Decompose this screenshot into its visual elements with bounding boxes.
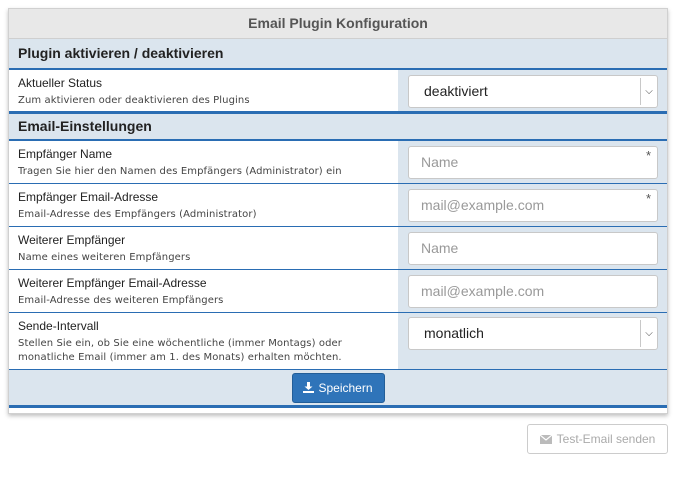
extra-recipient-email-input-col: mail@example.com (398, 270, 667, 312)
extra-recipient-name-label: Weiterer Empfänger (18, 233, 126, 247)
extra-recipient-email-label: Weiterer Empfänger Email-Adresse (18, 276, 207, 290)
form-row-recipient-email: Empfänger Email-Adresse Email-Adresse de… (9, 184, 667, 227)
send-test-email-label: Test-Email senden (556, 432, 656, 446)
recipient-name-label: Empfänger Name (18, 147, 113, 161)
required-asterisk: * (645, 191, 651, 206)
recipient-email-placeholder: mail@example.com (421, 197, 545, 213)
recipient-name-description: Tragen Sie hier den Namen des Empfängers… (18, 166, 342, 177)
extra-recipient-email-placeholder: mail@example.com (421, 283, 545, 299)
extra-recipient-name-description: Name eines weiteren Empfängers (18, 252, 191, 263)
interval-description: Stellen Sie ein, ob Sie eine wöchentlich… (18, 338, 343, 363)
recipient-name-label-col: Empfänger Name Tragen Sie hier den Namen… (9, 141, 398, 183)
extra-recipient-name-input[interactable]: Name (408, 232, 658, 265)
interval-label-col: Sende-Intervall Stellen Sie ein, ob Sie … (9, 313, 398, 369)
extra-recipient-email-description: Email-Adresse des weiteren Empfängers (18, 295, 224, 306)
status-description: Zum aktivieren oder deaktivieren des Plu… (18, 95, 250, 106)
interval-label: Sende-Intervall (18, 319, 99, 333)
form-footer: Speichern (9, 370, 667, 408)
chevron-down-icon: ⌵ (640, 320, 657, 347)
status-label-col: Aktueller Status Zum aktivieren oder dea… (9, 70, 398, 111)
recipient-email-label-col: Empfänger Email-Adresse Email-Adresse de… (9, 184, 398, 226)
recipient-email-description: Email-Adresse des Empfängers (Administra… (18, 209, 257, 220)
recipient-name-input[interactable]: Name * (408, 146, 658, 179)
form-row-recipient-name: Empfänger Name Tragen Sie hier den Namen… (9, 141, 667, 184)
chevron-down-icon: ⌵ (640, 78, 657, 105)
recipient-email-input-col: mail@example.com * (398, 184, 667, 226)
section-heading-email: Email-Einstellungen (9, 112, 667, 141)
form-row-extra-recipient-email: Weiterer Empfänger Email-Adresse Email-A… (9, 270, 667, 313)
form-row-interval: Sende-Intervall Stellen Sie ein, ob Sie … (9, 313, 667, 370)
status-input-col: deaktiviert ⌵ (398, 70, 667, 111)
form-row-status: Aktueller Status Zum aktivieren oder dea… (9, 70, 667, 112)
envelope-icon (539, 434, 552, 444)
interval-select[interactable]: monatlich ⌵ (408, 317, 658, 350)
extra-recipient-name-placeholder: Name (421, 240, 459, 256)
status-select-value: deaktiviert (424, 83, 488, 99)
extra-recipient-name-label-col: Weiterer Empfänger Name eines weiteren E… (9, 227, 398, 269)
required-asterisk: * (645, 148, 651, 163)
download-icon (303, 382, 315, 393)
extra-recipient-name-input-col: Name (398, 227, 667, 269)
status-select[interactable]: deaktiviert ⌵ (408, 75, 658, 108)
extra-recipient-email-label-col: Weiterer Empfänger Email-Adresse Email-A… (9, 270, 398, 312)
recipient-email-input[interactable]: mail@example.com * (408, 189, 658, 222)
email-plugin-config-panel: Email Plugin Konfiguration Plugin aktivi… (8, 8, 668, 414)
recipient-name-input-col: Name * (398, 141, 667, 183)
interval-input-col: monatlich ⌵ (398, 313, 667, 369)
save-button[interactable]: Speichern (291, 372, 385, 403)
send-test-email-button[interactable]: Test-Email senden (527, 424, 668, 454)
save-button-label: Speichern (318, 380, 373, 395)
recipient-email-label: Empfänger Email-Adresse (18, 190, 159, 204)
section-heading-activation: Plugin aktivieren / deaktivieren (9, 39, 667, 70)
extra-recipient-email-input[interactable]: mail@example.com (408, 275, 658, 308)
recipient-name-placeholder: Name (421, 154, 459, 170)
form-row-extra-recipient-name: Weiterer Empfänger Name eines weiteren E… (9, 227, 667, 270)
interval-select-value: monatlich (424, 325, 484, 341)
panel-title: Email Plugin Konfiguration (9, 9, 667, 39)
status-label: Aktueller Status (18, 76, 103, 90)
